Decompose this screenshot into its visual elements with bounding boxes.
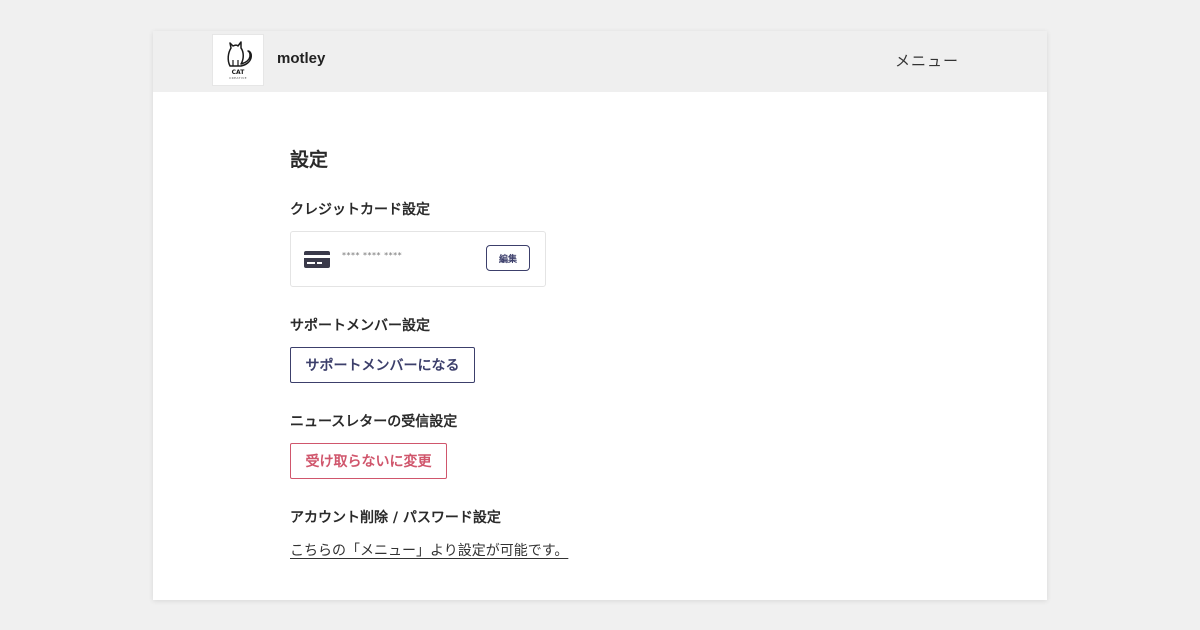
unsubscribe-newsletter-button[interactable]: 受け取らないに変更: [290, 443, 447, 479]
credit-card-box: **** **** **** 編集: [290, 231, 546, 287]
edit-card-button[interactable]: 編集: [486, 245, 530, 271]
support-member-section-title: サポートメンバー設定: [290, 318, 430, 334]
credit-card-section-title: クレジットカード設定: [290, 202, 430, 218]
logo-text: CAT: [232, 69, 246, 76]
site-name[interactable]: motley: [277, 50, 325, 67]
newsletter-section-title: ニュースレターの受信設定: [290, 414, 458, 430]
menu-link[interactable]: メニュー: [895, 50, 959, 71]
account-settings-link[interactable]: こちらの「メニュー」より設定が可能です。: [290, 540, 568, 560]
settings-card: CAT CREATIVE motley メニュー 設定 クレジットカード設定 *…: [153, 31, 1047, 600]
site-logo[interactable]: CAT CREATIVE: [212, 34, 264, 86]
account-section-title: アカウント削除 / パスワード設定: [290, 510, 501, 526]
page-title: 設定: [290, 149, 329, 171]
credit-card-icon: [304, 251, 330, 272]
cat-logo-icon: CAT CREATIVE: [227, 41, 252, 80]
site-header: CAT CREATIVE motley メニュー: [153, 31, 1047, 92]
logo-subtext: CREATIVE: [229, 76, 247, 80]
masked-card-number: **** **** ****: [342, 251, 403, 260]
become-support-member-button[interactable]: サポートメンバーになる: [290, 347, 475, 383]
